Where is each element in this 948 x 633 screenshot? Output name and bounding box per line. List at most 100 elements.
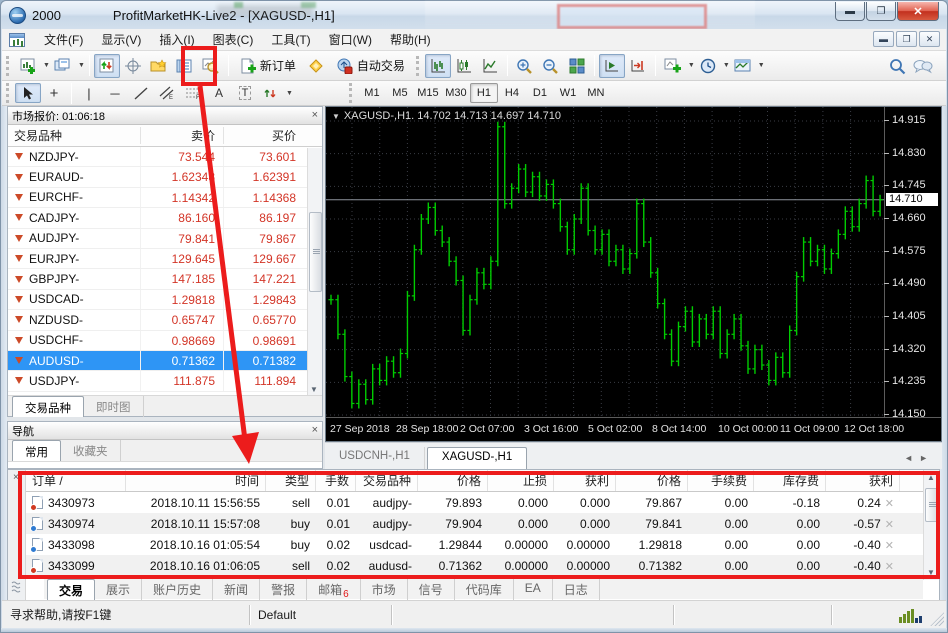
market-watch-row-CADJPY[interactable]: CADJPY-86.16086.197 [8, 208, 322, 228]
close-order-icon[interactable]: ✕ [881, 540, 894, 552]
indicators-button[interactable] [660, 54, 686, 78]
terminal-scrollbar[interactable]: ▲ ▼ [923, 470, 939, 580]
chart-dropdown-icon[interactable]: ▼ [332, 112, 340, 121]
text-label-tool-button[interactable]: T [232, 83, 258, 103]
new-order-button[interactable]: 新订单 [233, 54, 303, 78]
chart-tab-USDCNHH1[interactable]: USDCNH-,H1 [325, 447, 425, 469]
resize-grip[interactable] [930, 612, 944, 626]
orders-column-9[interactable]: 手续费 [688, 470, 754, 491]
bar-chart-button[interactable] [425, 54, 451, 78]
zoom-in-button[interactable] [512, 54, 538, 78]
text-tool-button[interactable]: A [206, 83, 232, 103]
market-watch-row-NZDUSD[interactable]: NZDUSD-0.657470.65770 [8, 310, 322, 330]
mw-tab-交易品种[interactable]: 交易品种 [12, 396, 84, 417]
mw-column-header-2[interactable]: 买价 [224, 127, 304, 144]
minimize-button[interactable]: ▬ [835, 2, 865, 21]
timeframe-button-m15[interactable]: M15 [414, 83, 442, 103]
toolbar-grip[interactable] [6, 56, 9, 76]
timeframe-button-m30[interactable]: M30 [442, 83, 470, 103]
market-watch-row-EURCHF[interactable]: EURCHF-1.143421.14368 [8, 188, 322, 208]
status-profile[interactable]: Default [250, 605, 392, 625]
scrollbar-thumb[interactable] [309, 212, 322, 292]
nav-tab-收藏夹[interactable]: 收藏夹 [61, 440, 121, 461]
market-watch-toggle-button[interactable] [94, 54, 120, 78]
order-row-3433098[interactable]: 34330982018.10.16 01:05:54buy0.02usdcad-… [26, 534, 923, 555]
new-chart-dropdown[interactable]: ▼ [43, 62, 50, 69]
orders-table-header[interactable]: 订单 /时间类型手数交易品种价格止损获利价格手续费库存费获利 [26, 470, 923, 492]
terminal-tab-信号[interactable]: 信号 [408, 579, 455, 600]
terminal-tab-市场[interactable]: 市场 [361, 579, 408, 600]
chat-button[interactable] [910, 54, 936, 78]
cursor-tool-button[interactable] [15, 83, 41, 103]
terminal-tab-邮箱[interactable]: 邮箱6 [307, 579, 361, 600]
fibonacci-tool-button[interactable]: F [180, 83, 206, 103]
zoom-out-button[interactable] [538, 54, 564, 78]
tab-scroll-arrows[interactable]: ◄► [904, 453, 934, 463]
strategy-tester-button[interactable] [198, 54, 224, 78]
market-watch-row-USDJPY[interactable]: USDJPY-111.875111.894 [8, 371, 322, 391]
menu-item-2[interactable]: 插入(I) [150, 29, 203, 50]
toolbar-grip[interactable] [6, 83, 9, 103]
market-watch-row-AUDUSD[interactable]: AUDUSD-0.713620.71382 [8, 351, 322, 371]
menu-item-0[interactable]: 文件(F) [35, 29, 92, 50]
close-order-icon[interactable]: ✕ [881, 498, 894, 510]
orders-column-5[interactable]: 价格 [418, 470, 488, 491]
terminal-tab-警报[interactable]: 警报 [260, 579, 307, 600]
chart-tab-XAGUSDH1[interactable]: XAGUSD-,H1 [427, 447, 527, 469]
auto-scroll-button[interactable] [599, 54, 625, 78]
close-order-icon[interactable]: ✕ [881, 519, 894, 531]
market-watch-row-EURJPY[interactable]: EURJPY-129.645129.667 [8, 249, 322, 269]
horizontal-line-tool-button[interactable]: ─ [102, 83, 128, 103]
metaeditor-button[interactable] [303, 54, 329, 78]
mdi-close-button[interactable]: ✕ [919, 31, 940, 47]
market-watch-row-GBPJPY[interactable]: GBPJPY-147.185147.221 [8, 269, 322, 289]
orders-column-0[interactable]: 订单 / [26, 470, 126, 491]
terminal-title-strip[interactable]: × [8, 470, 26, 600]
market-watch-scrollbar[interactable]: ▼ [307, 148, 322, 396]
terminal-close-icon[interactable]: × [13, 472, 19, 483]
terminal-tab-新闻[interactable]: 新闻 [213, 579, 260, 600]
close-order-icon[interactable]: ✕ [881, 561, 894, 573]
indicators-dropdown[interactable]: ▼ [688, 62, 695, 69]
close-button[interactable]: ✕ [897, 2, 939, 21]
timeframe-button-m1[interactable]: M1 [358, 83, 386, 103]
mw-column-header-1[interactable]: 卖价 [141, 127, 224, 144]
terminal-tab-展示[interactable]: 展示 [95, 579, 142, 600]
new-chart-button[interactable] [15, 54, 41, 78]
menu-item-1[interactable]: 显示(V) [92, 29, 150, 50]
navigator-titlebar[interactable]: 导航 × [8, 422, 322, 440]
channel-tool-button[interactable]: E [154, 83, 180, 103]
scrollbar-up-arrow[interactable]: ▲ [927, 473, 935, 482]
chart-shift-button[interactable] [625, 54, 651, 78]
templates-dropdown[interactable]: ▼ [758, 62, 765, 69]
orders-column-2[interactable]: 类型 [266, 470, 316, 491]
terminal-tab-日志[interactable]: 日志 [553, 579, 600, 600]
nav-tab-常用[interactable]: 常用 [12, 440, 61, 461]
menu-item-5[interactable]: 窗口(W) [320, 29, 381, 50]
market-watch-row-USDCHF[interactable]: USDCHF-0.986690.98691 [8, 331, 322, 351]
scrollbar-thumb[interactable] [925, 488, 938, 522]
menu-item-6[interactable]: 帮助(H) [381, 29, 440, 50]
autotrading-button[interactable]: 自动交易 [329, 54, 412, 78]
mw-tab-即时图[interactable]: 即时图 [84, 396, 144, 417]
orders-column-6[interactable]: 止损 [488, 470, 554, 491]
market-watch-titlebar[interactable]: 市场报价: 01:06:18 × [8, 107, 322, 125]
candlestick-button[interactable] [451, 54, 477, 78]
periods-dropdown[interactable]: ▼ [723, 62, 730, 69]
timeframe-button-mn[interactable]: MN [582, 83, 610, 103]
order-row-3430974[interactable]: 34309742018.10.11 15:57:08buy0.01audjpy-… [26, 513, 923, 534]
crosshair-tool-button[interactable]: + [41, 83, 67, 103]
timeframe-button-m5[interactable]: M5 [386, 83, 414, 103]
navigator-close-icon[interactable]: × [312, 424, 318, 436]
templates-button[interactable] [730, 54, 756, 78]
timeframe-button-h4[interactable]: H4 [498, 83, 526, 103]
price-axis[interactable]: 14.710 14.91514.83014.74514.66014.57514.… [884, 107, 942, 417]
mdi-restore-button[interactable]: ❐ [896, 31, 917, 47]
terminal-tab-EA[interactable]: EA [514, 579, 553, 600]
terminal-tab-交易[interactable]: 交易 [47, 579, 95, 600]
line-chart-button[interactable] [477, 54, 503, 78]
terminal-tab-账户历史[interactable]: 账户历史 [142, 579, 213, 600]
trendline-tool-button[interactable] [128, 83, 154, 103]
scrollbar-down-arrow[interactable]: ▼ [310, 385, 318, 394]
market-watch-row-NZDJPY[interactable]: NZDJPY-73.54473.601 [8, 147, 322, 167]
